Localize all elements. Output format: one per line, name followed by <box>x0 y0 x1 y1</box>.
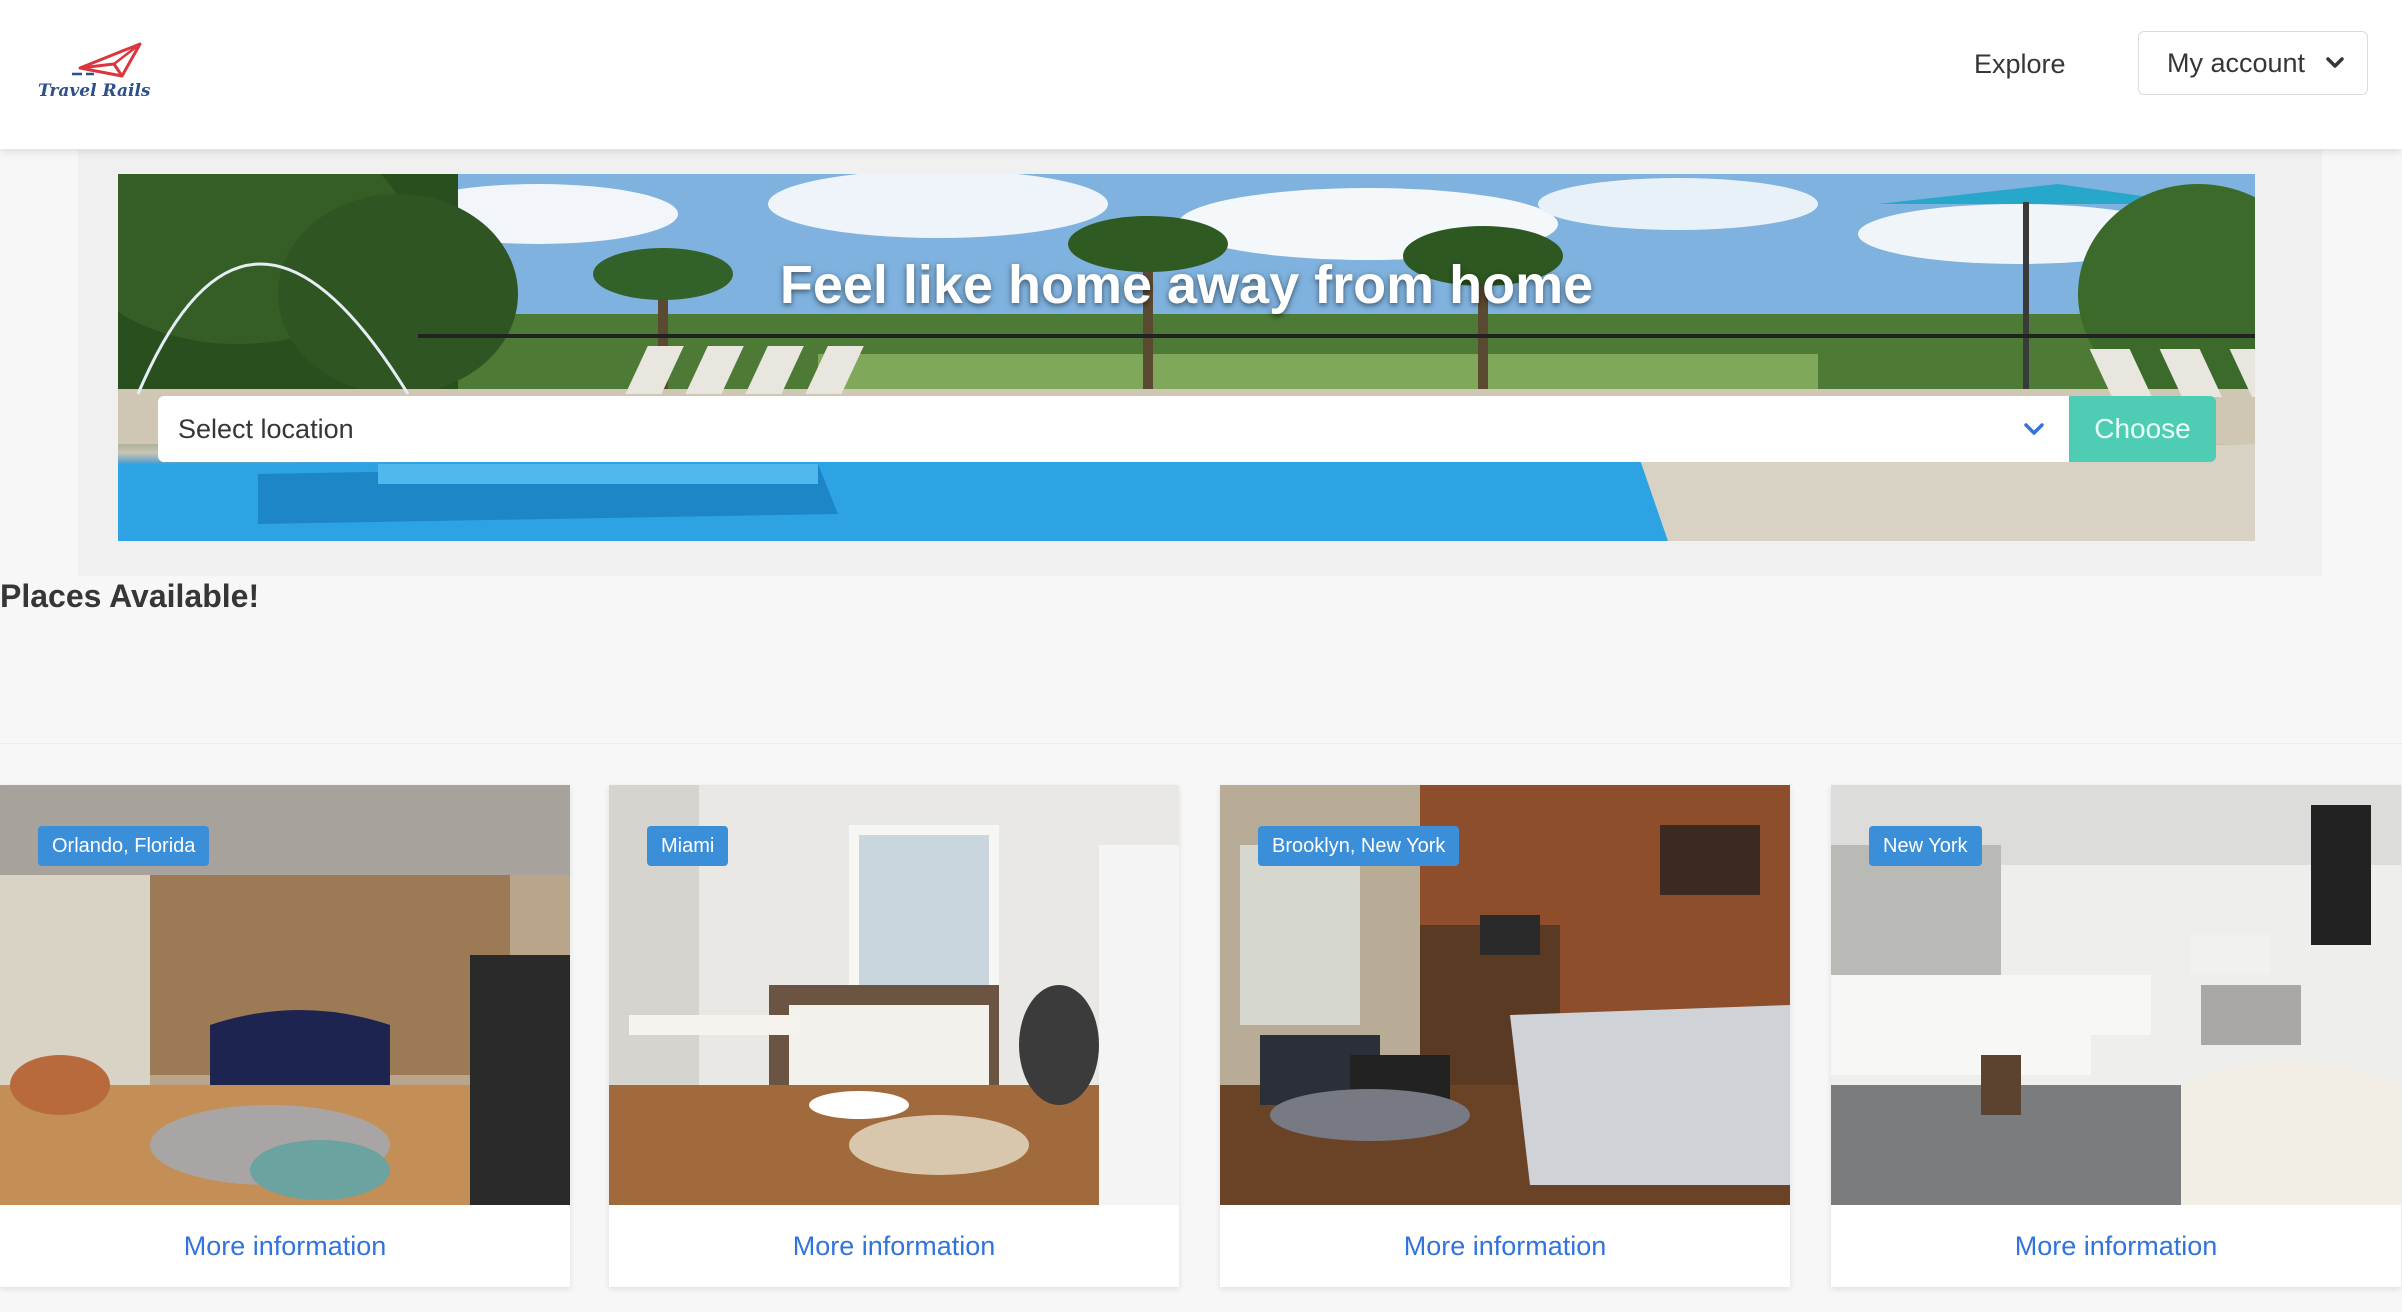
my-account-dropdown[interactable]: My account <box>2138 31 2368 95</box>
place-card: Miami More information <box>609 785 1179 1287</box>
hero-section: Feel like home away from home Select loc… <box>78 150 2322 576</box>
top-navbar: Travel Rails Explore My account <box>0 0 2402 149</box>
hero-title: Feel like home away from home <box>779 255 1594 315</box>
explore-link[interactable]: Explore <box>1960 42 2080 86</box>
location-tag: New York <box>1869 826 1982 866</box>
location-tag: Orlando, Florida <box>38 826 210 866</box>
more-information-link[interactable]: More information <box>0 1205 570 1287</box>
my-account-label: My account <box>2167 47 2306 78</box>
paper-plane-logo-icon: Travel Rails <box>38 42 151 101</box>
place-card: New York More information <box>1831 785 2401 1287</box>
place-card: Orlando, Florida More information <box>0 785 570 1287</box>
section-divider <box>0 743 2402 744</box>
hero-banner: Feel like home away from home Select loc… <box>118 174 2255 541</box>
more-information-link[interactable]: More information <box>1220 1205 1790 1287</box>
choose-button[interactable]: Choose <box>2069 396 2216 462</box>
location-select-placeholder: Select location <box>178 413 354 444</box>
location-tag: Miami <box>647 826 729 866</box>
more-information-link[interactable]: More information <box>609 1205 1179 1287</box>
place-card: Brooklyn, New York More information <box>1220 785 1790 1287</box>
more-information-link[interactable]: More information <box>1831 1205 2401 1287</box>
chevron-down-icon <box>2024 423 2044 435</box>
brand-logo[interactable]: Travel Rails <box>36 40 176 106</box>
pool-resort-image <box>118 174 2255 541</box>
location-tag: Brooklyn, New York <box>1258 826 1460 866</box>
places-heading: Places Available! <box>0 578 260 614</box>
chevron-down-icon <box>2326 57 2344 68</box>
svg-text:Travel Rails: Travel Rails <box>38 81 151 101</box>
location-select[interactable]: Select location <box>158 396 2069 462</box>
